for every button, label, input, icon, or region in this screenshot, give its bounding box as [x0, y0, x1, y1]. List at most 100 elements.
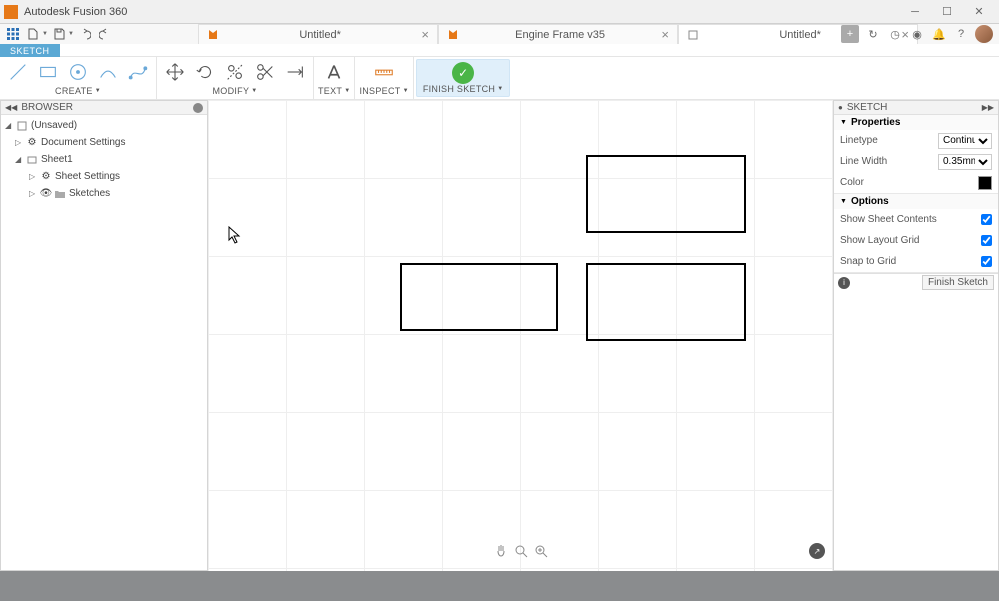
collapse-browser-icon[interactable]: ◀◀ [5, 103, 17, 112]
tree-label: Document Settings [41, 137, 126, 148]
tree-label: Sheet1 [41, 154, 73, 165]
show-grid-label: Show Layout Grid [840, 235, 981, 246]
trim-tool[interactable] [251, 58, 279, 86]
linetype-select[interactable]: Continuous [938, 133, 992, 149]
create-label[interactable]: CREATE [55, 86, 93, 96]
tree-item-sheet-settings[interactable]: ▷ ⚙ Sheet Settings [1, 168, 207, 185]
zoom-icon[interactable] [513, 543, 529, 559]
undo-icon[interactable] [76, 25, 94, 43]
move-tool[interactable] [161, 58, 189, 86]
properties-header[interactable]: ▼Properties [834, 115, 998, 130]
finish-sketch-panel-button[interactable]: Finish Sketch [922, 275, 994, 290]
drawing-canvas[interactable]: ↗ [208, 100, 833, 571]
browser-title: BROWSER [21, 102, 73, 113]
panel-icon[interactable]: ● [838, 103, 843, 112]
fit-icon[interactable] [533, 543, 549, 559]
tab-label: Engine Frame v35 [465, 29, 655, 41]
file-icon[interactable] [24, 25, 42, 43]
tab-untitled-1[interactable]: Untitled* × [198, 24, 438, 44]
folder-icon [53, 188, 67, 200]
linetype-label: Linetype [840, 135, 938, 146]
options-label: Options [851, 196, 889, 207]
file-caret[interactable]: ▼ [42, 31, 48, 37]
browser-panel: ◀◀ BROWSER ◢ (Unsaved) ▷ ⚙ Document Sett… [0, 100, 208, 571]
info-icon[interactable]: i [838, 277, 850, 289]
gear-icon: ⚙ [25, 137, 39, 149]
finish-sketch-button[interactable]: ✓ FINISH SKETCH▼ [416, 59, 511, 97]
app-title: Autodesk Fusion 360 [24, 6, 899, 18]
extend-tool[interactable] [281, 58, 309, 86]
linewidth-label: Line Width [840, 156, 938, 167]
close-button[interactable]: ✕ [963, 2, 995, 22]
tab-file-icon [447, 29, 459, 41]
tab-close-icon[interactable]: × [661, 27, 669, 42]
sketch-rectangle[interactable] [586, 155, 746, 233]
sketch-panel: ● SKETCH ▶▶ ▼Properties Linetype Continu… [833, 100, 999, 571]
checkmark-icon: ✓ [452, 62, 474, 84]
gear-icon: ⚙ [39, 171, 53, 183]
tab-file-icon [207, 29, 219, 41]
sketch-rectangle[interactable] [400, 263, 558, 331]
ribbon-tab-sketch[interactable]: SKETCH [0, 44, 60, 57]
sketch-rectangle[interactable] [586, 263, 746, 341]
circle-tool[interactable] [64, 58, 92, 86]
rotate-tool[interactable] [191, 58, 219, 86]
notification-icon[interactable]: 🔔 [931, 26, 947, 42]
extensions-icon[interactable]: ◷ [887, 26, 903, 42]
grid-menu-icon[interactable] [4, 25, 22, 43]
tab-engine-frame[interactable]: Engine Frame v35 × [438, 24, 678, 44]
mirror-tool[interactable] [221, 58, 249, 86]
tree-label: Sheet Settings [55, 171, 120, 182]
tab-label: Untitled* [225, 29, 415, 41]
tree-label: (Unsaved) [31, 120, 77, 131]
snap-checkbox[interactable] [981, 256, 992, 267]
finish-label: FINISH SKETCH [423, 84, 495, 94]
arc-tool[interactable] [94, 58, 122, 86]
pan-icon[interactable] [493, 543, 509, 559]
show-contents-label: Show Sheet Contents [840, 214, 981, 225]
cursor-icon [228, 226, 242, 247]
color-picker[interactable] [978, 176, 992, 190]
options-header[interactable]: ▼Options [834, 194, 998, 209]
text-tool[interactable] [320, 58, 348, 86]
inspect-label[interactable]: INSPECT [359, 86, 400, 96]
rectangle-tool[interactable] [34, 58, 62, 86]
status-bar [0, 571, 999, 601]
linewidth-select[interactable]: 0.35mm (Mi.. [938, 154, 992, 170]
browser-settings-icon[interactable] [193, 103, 203, 113]
minimize-button[interactable]: ─ [899, 2, 931, 22]
eye-icon[interactable]: 👁 [39, 188, 53, 200]
spline-tool[interactable] [124, 58, 152, 86]
expand-panel-icon[interactable]: ▶▶ [982, 103, 994, 112]
tree-item-unsaved[interactable]: ◢ (Unsaved) [1, 117, 207, 134]
tree-item-doc-settings[interactable]: ▷ ⚙ Document Settings [1, 134, 207, 151]
app-icon [4, 5, 18, 19]
sheet-icon [25, 154, 39, 166]
tree-label: Sketches [69, 188, 110, 199]
measure-tool[interactable] [370, 58, 398, 86]
maximize-button[interactable]: ☐ [931, 2, 963, 22]
modify-label[interactable]: MODIFY [212, 86, 249, 96]
refresh-icon[interactable]: ↻ [865, 26, 881, 42]
share-icon[interactable]: ↗ [809, 543, 825, 559]
properties-label: Properties [851, 117, 900, 128]
snap-label: Snap to Grid [840, 256, 981, 267]
color-label: Color [840, 177, 978, 188]
job-status-icon[interactable]: ◉ [909, 26, 925, 42]
doc-icon [15, 120, 29, 132]
sidepanel-title: SKETCH [847, 102, 888, 113]
tree-item-sketches[interactable]: ▷ 👁 Sketches [1, 185, 207, 202]
show-contents-checkbox[interactable] [981, 214, 992, 225]
show-grid-checkbox[interactable] [981, 235, 992, 246]
tree-item-sheet1[interactable]: ◢ Sheet1 [1, 151, 207, 168]
save-caret[interactable]: ▼ [68, 31, 74, 37]
tab-close-icon[interactable]: × [421, 27, 429, 42]
user-avatar[interactable] [975, 25, 993, 43]
new-tab-button[interactable]: + [841, 25, 859, 43]
help-icon[interactable]: ? [953, 26, 969, 42]
text-label[interactable]: TEXT [318, 86, 342, 96]
tab-file-icon [687, 29, 699, 41]
line-tool[interactable] [4, 58, 32, 86]
save-icon[interactable] [50, 25, 68, 43]
redo-icon[interactable] [96, 25, 114, 43]
